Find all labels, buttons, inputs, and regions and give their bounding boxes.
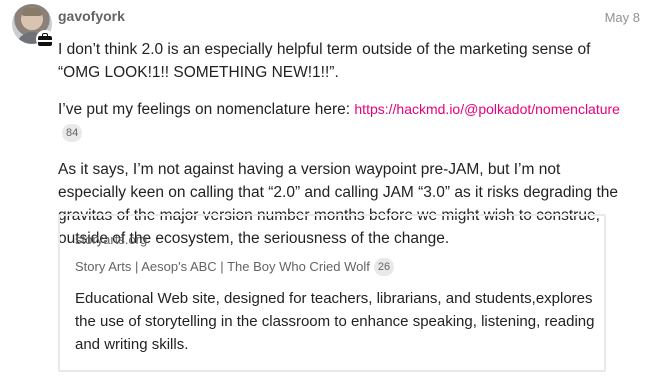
nomenclature-link[interactable]: https://hackmd.io/@polkadot/nomenclature (354, 101, 620, 117)
briefcase-icon (38, 33, 52, 46)
user-flair (36, 30, 54, 48)
post-date[interactable]: May 8 (605, 10, 640, 25)
link-preview-card: storyarts.org Story Arts | Aesop's ABC |… (58, 214, 606, 372)
preview-description: Educational Web site, designed for teach… (75, 290, 595, 353)
avatar-hair (22, 8, 42, 16)
preview-click-count: 26 (373, 258, 395, 276)
preview-title-row: Story Arts | Aesop's ABC | The Boy Who C… (75, 258, 395, 276)
preview-source[interactable]: storyarts.org (75, 232, 147, 247)
username[interactable]: gavofyork (58, 8, 125, 24)
paragraph-2-text: I’ve put my feelings on nomenclature her… (58, 101, 355, 118)
link-click-count: 84 (62, 124, 83, 142)
paragraph-2: I’ve put my feelings on nomenclature her… (58, 98, 628, 144)
forum-post: gavofyork May 8 I don’t think 2.0 is an … (0, 0, 660, 380)
paragraph-1: I don’t think 2.0 is an especially helpf… (58, 41, 591, 81)
preview-title[interactable]: Story Arts | Aesop's ABC | The Boy Who C… (75, 259, 370, 274)
